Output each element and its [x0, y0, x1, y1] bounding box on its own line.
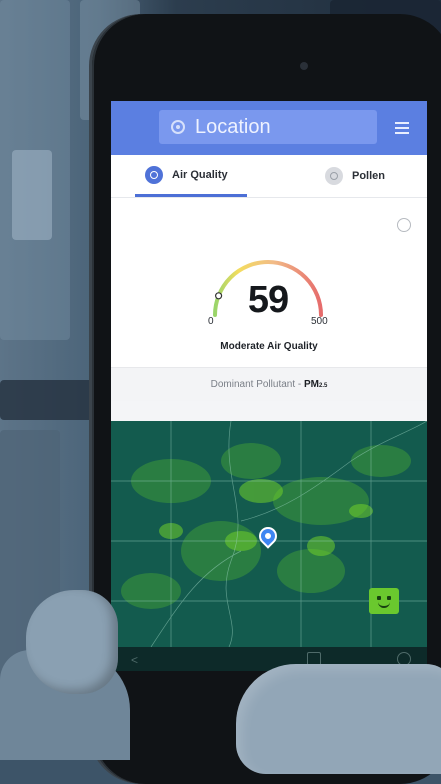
gauge-max-label: 500 [311, 316, 328, 327]
tab-air-quality-label: Air Quality [172, 168, 228, 181]
location-target-icon [171, 120, 185, 134]
smiley-face-icon[interactable] [369, 588, 399, 614]
location-label: Location [195, 115, 271, 138]
dominant-pollutant-prefix: Dominant Pollutant - [210, 379, 305, 390]
tab-pollen[interactable]: Pollen [315, 155, 405, 197]
app-header: Location [111, 101, 427, 155]
dominant-pollutant: Dominant Pollutant - PM2.5 [111, 379, 427, 390]
aqi-heatmap[interactable] [111, 421, 427, 647]
background-sign [12, 150, 52, 240]
hand-thumb [26, 590, 118, 694]
dominant-pollutant-subscript: 2.5 [319, 383, 328, 389]
phone-screen: Location Air Quality Pollen 59 0 500 Mod… [111, 101, 427, 671]
aqi-value: 59 [247, 279, 289, 321]
dominant-pollutant-bar: Dominant Pollutant - PM2.5 [111, 367, 427, 402]
tab-air-quality[interactable]: Air Quality [135, 155, 247, 197]
pollen-icon [325, 167, 343, 185]
tab-bar: Air Quality Pollen [111, 155, 427, 198]
front-camera [300, 62, 308, 70]
hamburger-menu-icon[interactable] [395, 122, 409, 134]
location-search[interactable]: Location [159, 110, 377, 144]
info-icon[interactable] [397, 218, 411, 232]
back-arrow-icon[interactable]: < [131, 653, 138, 667]
air-quality-icon [145, 165, 163, 184]
hand-finger [236, 664, 441, 774]
gauge-indicator [215, 292, 223, 300]
dominant-pollutant-value: PM [304, 379, 320, 390]
tab-pollen-label: Pollen [352, 170, 386, 182]
gauge-min-label: 0 [208, 316, 214, 327]
background-awning [0, 380, 95, 420]
card-divider [111, 401, 427, 421]
aqi-category: Moderate Air Quality [220, 341, 318, 352]
